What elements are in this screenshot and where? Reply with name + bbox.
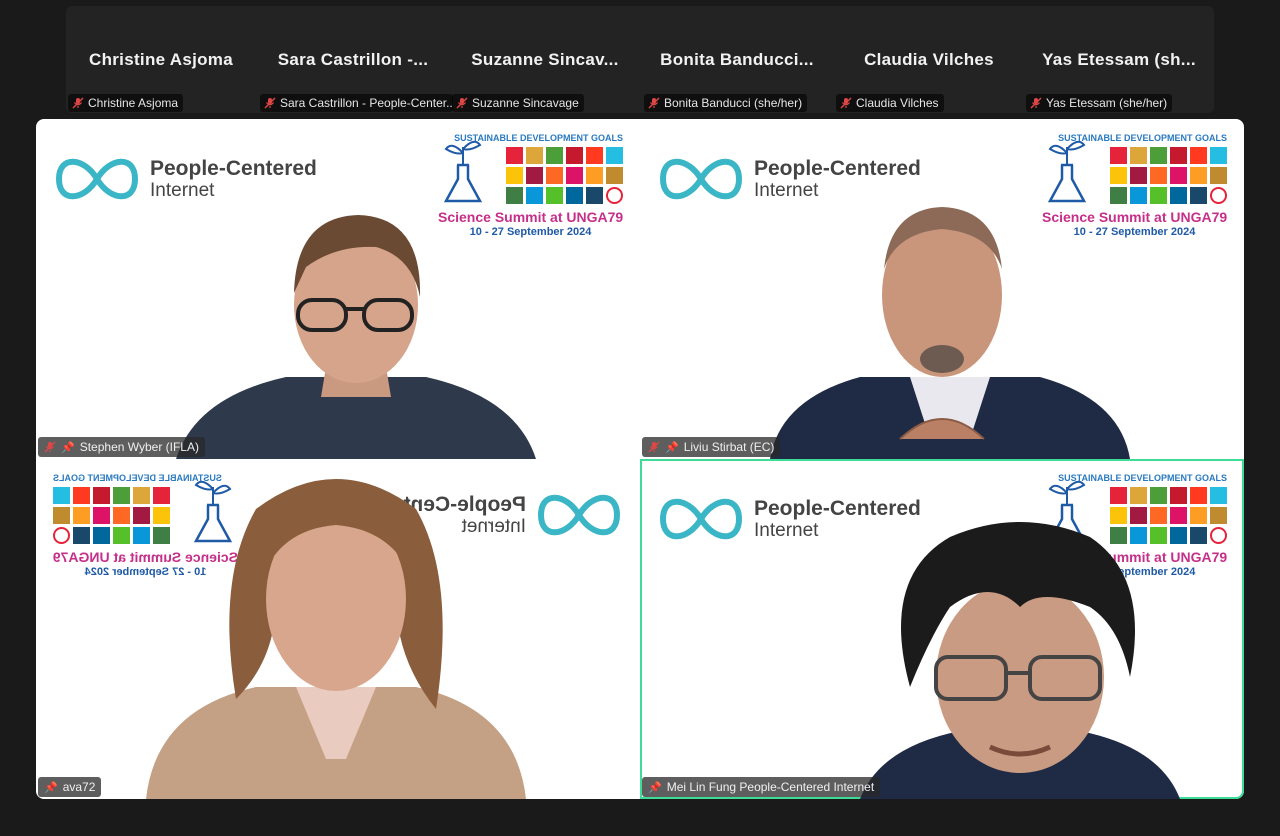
sdg-icons [1042, 147, 1227, 204]
participant-name-tag: Suzanne Sincavage [452, 94, 584, 112]
participant-video-feed [146, 479, 526, 799]
sdg-label: SUSTAINABLE DEVELOPMENT GOALS [454, 133, 623, 143]
video-tile[interactable]: People-Centered Internet SUSTAINABLE DEV… [640, 119, 1244, 459]
mic-muted-icon [44, 441, 56, 453]
participant-name: ava72 [62, 780, 96, 794]
participant-name-tag: 📌 ava72 [38, 777, 102, 797]
pci-infinity-logo-icon [659, 158, 743, 200]
participant-name-tag: 📌 Liviu Stirbat (EC) [642, 437, 781, 457]
mic-muted-icon [648, 441, 660, 453]
participant-name-tag: Claudia Vilches [836, 94, 944, 112]
participant-name-tag: Yas Etessam (she/her) [1026, 94, 1173, 112]
participant-tile[interactable]: Christine Asjoma Christine Asjoma [66, 6, 256, 113]
pci-infinity-logo-icon [659, 498, 743, 540]
pin-icon[interactable]: 📌 [44, 781, 58, 794]
participant-strip: Christine Asjoma Christine Asjoma Sara C… [66, 6, 1214, 113]
participant-name: Mei Lin Fung People-Centered Internet [666, 780, 875, 794]
mic-muted-icon [1030, 97, 1042, 109]
participant-display-name: Suzanne Sincav... [471, 50, 619, 69]
mic-muted-icon [456, 97, 468, 109]
participant-name: Claudia Vilches [856, 96, 939, 110]
mic-muted-icon [840, 97, 852, 109]
participant-name: Suzanne Sincavage [472, 96, 579, 110]
participant-name: Christine Asjoma [88, 96, 179, 110]
participant-video-feed [860, 522, 1180, 799]
participant-name-tag: Sara Castrillon - People-Center... [260, 94, 453, 112]
pin-icon[interactable]: 📌 [61, 441, 75, 454]
brand-line1: People-Centered [754, 497, 921, 520]
pin-icon[interactable]: 📌 [648, 781, 662, 794]
participant-name: Stephen Wyber (IFLA) [79, 440, 199, 454]
participant-tile[interactable]: Yas Etessam (sh... Yas Etessam (she/her) [1024, 6, 1214, 113]
brand-line2: Internet [754, 180, 819, 201]
participant-display-name: Bonita Banducci... [660, 50, 814, 69]
participant-name: Bonita Banducci (she/her) [664, 96, 803, 110]
participant-display-name: Yas Etessam (sh... [1042, 50, 1196, 69]
pci-infinity-logo-icon [55, 158, 139, 200]
participant-name-tag: Christine Asjoma [68, 94, 184, 112]
mic-muted-icon [264, 97, 276, 109]
participant-tile[interactable]: Sara Castrillon -... Sara Castrillon - P… [258, 6, 453, 113]
sdg-icons [438, 147, 623, 204]
brand-line1: People-Centered [754, 157, 921, 180]
participant-display-name: Sara Castrillon -... [277, 50, 429, 69]
participant-tile[interactable]: Claudia Vilches Claudia Vilches [834, 6, 1024, 113]
participant-video-feed [176, 215, 536, 459]
pin-icon[interactable]: 📌 [665, 441, 679, 454]
video-tile[interactable]: People-Centered Internet SUSTAINABLE DEV… [36, 119, 640, 459]
video-tile[interactable]: People-Centered Internet SUSTAINABLE DEV… [36, 459, 640, 799]
pci-infinity-logo-icon [537, 494, 621, 536]
mic-muted-icon [648, 97, 660, 109]
sdg-label: SUSTAINABLE DEVELOPMENT GOALS [1058, 473, 1227, 483]
video-tile-active-speaker[interactable]: People-Centered Internet SUSTAINABLE DEV… [640, 459, 1244, 799]
participant-video-feed [770, 207, 1130, 459]
participant-name-tag: 📌 Stephen Wyber (IFLA) [38, 437, 205, 457]
participant-tile[interactable]: Bonita Banducci... Bonita Banducci (she/… [642, 6, 832, 113]
participant-tile[interactable]: Suzanne Sincav... Suzanne Sincavage [450, 6, 640, 113]
participant-name-tag: 📌 Mei Lin Fung People-Centered Internet [642, 777, 881, 797]
participant-name-tag: Bonita Banducci (she/her) [644, 94, 808, 112]
mic-muted-icon [72, 97, 84, 109]
participant-display-name: Christine Asjoma [89, 50, 233, 69]
participant-name: Sara Castrillon - People-Center... [280, 96, 453, 110]
participant-name: Liviu Stirbat (EC) [683, 440, 775, 454]
participant-name: Yas Etessam (she/her) [1046, 96, 1168, 110]
sdg-label: SUSTAINABLE DEVELOPMENT GOALS [1058, 133, 1227, 143]
brand-line1: People-Centered [150, 157, 317, 180]
participant-display-name: Claudia Vilches [864, 50, 994, 69]
